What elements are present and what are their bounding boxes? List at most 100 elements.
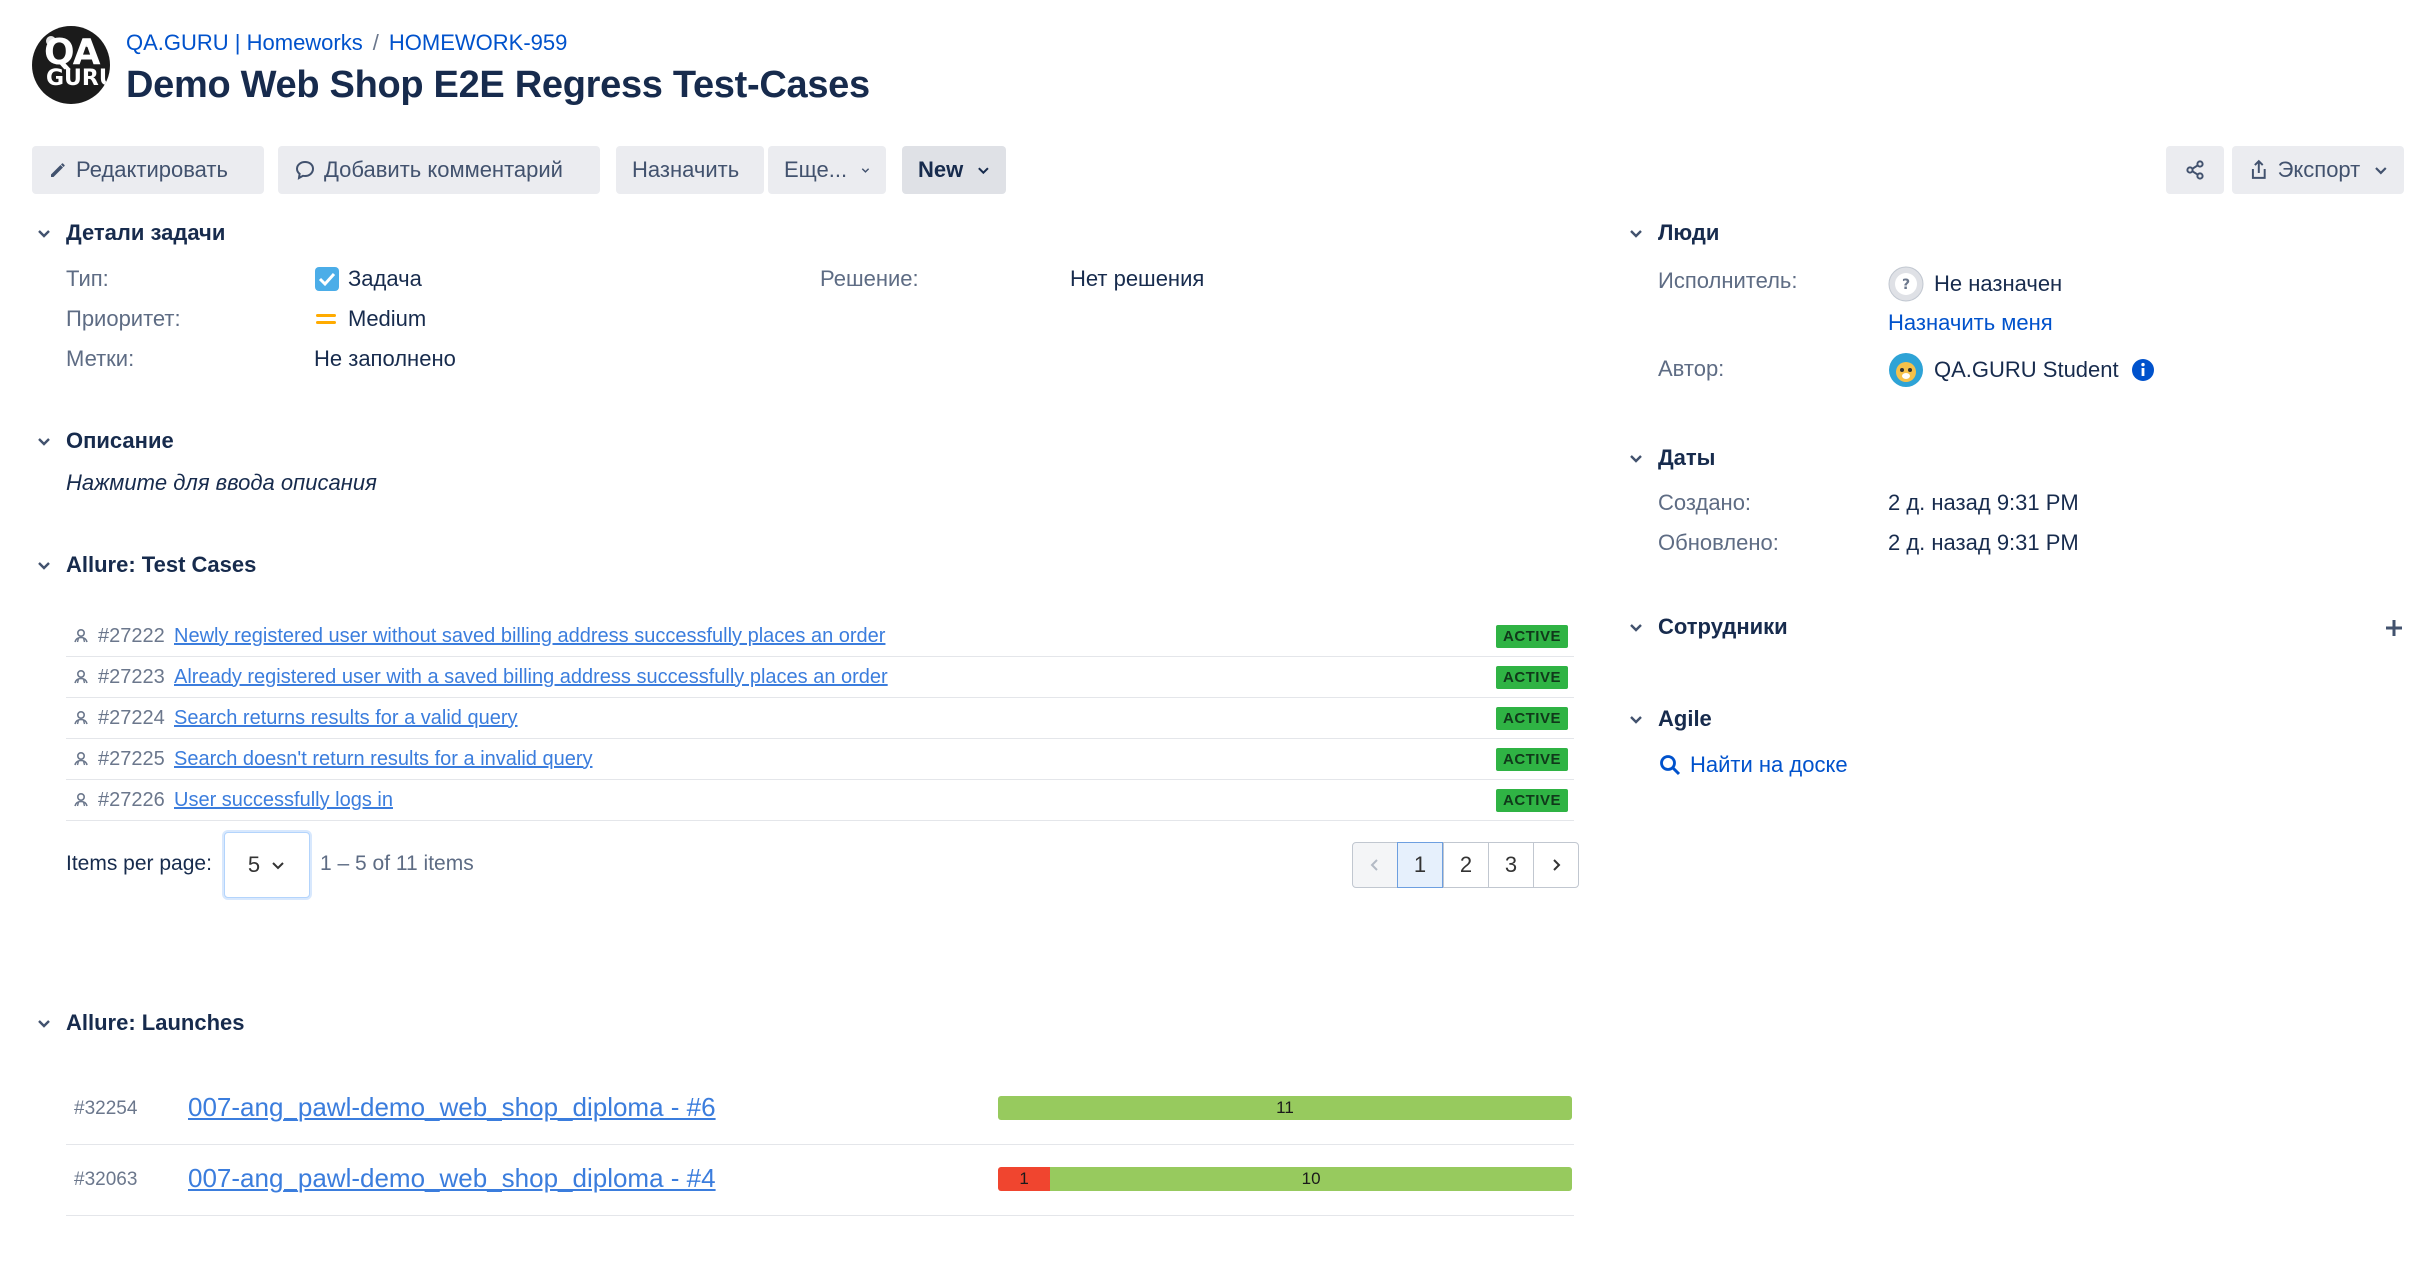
chevron-right-icon <box>1553 859 1561 871</box>
search-icon <box>1660 755 1681 776</box>
section-description-toggle[interactable]: Описание <box>34 428 174 454</box>
chevron-down-icon <box>272 862 284 870</box>
launch-link[interactable]: 007-ang_pawl-demo_web_shop_diploma - #4 <box>188 1163 716 1194</box>
labels-label: Метки: <box>66 346 135 371</box>
assignee-value: ? Не назначен <box>1888 266 2062 302</box>
description-heading: Описание <box>66 428 174 453</box>
test-case-id: #27225 <box>98 747 165 770</box>
more-button[interactable]: Еще... <box>768 146 886 194</box>
chevron-down-icon <box>861 168 870 173</box>
section-dates-toggle[interactable]: Даты <box>1626 445 1715 471</box>
labels-value[interactable]: Не заполнено <box>314 346 456 372</box>
breadcrumb-issue-link[interactable]: HOMEWORK-959 <box>389 30 567 55</box>
test-case-link[interactable]: Search returns results for a valid query <box>174 707 518 730</box>
breadcrumb-project-link[interactable]: QA.GURU | Homeworks <box>126 30 363 55</box>
priority-value: Medium <box>314 306 426 332</box>
pencil-icon <box>51 163 65 177</box>
page-title: Demo Web Shop E2E Regress Test-Cases <box>126 64 870 106</box>
share-button[interactable] <box>2166 146 2224 194</box>
test-case-link[interactable]: Search doesn't return results for a inva… <box>174 748 592 771</box>
status-badge: ACTIVE <box>1495 666 1568 689</box>
launches-heading: Allure: Launches <box>66 1010 245 1035</box>
items-range-text: 1 – 5 of 11 items <box>320 852 474 875</box>
test-cases-heading: Allure: Test Cases <box>66 552 257 577</box>
export-label: Экспорт <box>2277 157 2361 182</box>
comment-icon <box>295 160 315 180</box>
add-comment-button[interactable]: Добавить комментарий <box>278 146 600 194</box>
launch-id: #32063 <box>74 1169 138 1190</box>
project-avatar[interactable]: QA GURU <box>32 26 110 104</box>
task-checkbox-icon <box>315 267 339 291</box>
chevron-down-icon <box>38 1020 50 1028</box>
chevron-left-icon <box>1370 859 1378 871</box>
test-case-row: #27222 Newly registered user without save… <box>66 616 1574 657</box>
status-badge: ACTIVE <box>1495 625 1568 648</box>
svg-text:?: ? <box>1902 277 1910 293</box>
bar-passed-segment: 10 <box>1050 1167 1572 1191</box>
description-placeholder[interactable]: Нажмите для ввода описания <box>66 470 377 496</box>
updated-value: 2 д. назад 9:31 PM <box>1888 530 2079 555</box>
assign-me-link[interactable]: Назначить меня <box>1888 310 2053 336</box>
pager-page-1[interactable]: 1 <box>1397 842 1443 888</box>
pager-next-button[interactable] <box>1533 842 1579 888</box>
author-text: QA.GURU Student <box>1934 357 2119 382</box>
pager-page-3[interactable]: 3 <box>1488 842 1534 888</box>
assignee-label: Исполнитель: <box>1658 268 1798 293</box>
test-case-icon <box>72 709 94 727</box>
info-icon[interactable] <box>2131 358 2155 382</box>
test-case-link[interactable]: Already registered user with a saved bil… <box>174 666 888 689</box>
status-dropdown[interactable]: New <box>902 146 1006 194</box>
edit-label: Редактировать <box>76 157 228 182</box>
launch-status-bar: 1 10 <box>998 1167 1572 1191</box>
test-case-id: #27222 <box>98 624 165 647</box>
test-case-id: #27224 <box>98 706 165 729</box>
comment-label: Добавить комментарий <box>324 157 563 182</box>
chevron-down-icon <box>38 438 50 446</box>
export-button[interactable]: Экспорт <box>2232 146 2404 194</box>
section-people-toggle[interactable]: Люди <box>1626 220 1719 246</box>
chevron-down-icon <box>2375 167 2387 175</box>
find-on-board-link[interactable]: Найти на доске <box>1658 752 1848 778</box>
section-test-cases-toggle[interactable]: Allure: Test Cases <box>34 552 256 578</box>
resolution-value: Нет решения <box>1070 266 1205 291</box>
section-launches-toggle[interactable]: Allure: Launches <box>34 1010 244 1036</box>
add-icon[interactable] <box>2384 618 2404 638</box>
logo-text-bottom: GURU <box>46 66 110 91</box>
chevron-down-icon <box>1630 624 1642 632</box>
priority-text: Medium <box>348 306 427 331</box>
assignee-text: Не назначен <box>1934 271 2063 296</box>
launch-status-bar: 11 <box>998 1096 1572 1120</box>
status-badge: ACTIVE <box>1495 789 1568 812</box>
bar-failed-segment: 1 <box>998 1167 1051 1191</box>
details-heading: Детали задачи <box>66 220 226 245</box>
launch-link[interactable]: 007-ang_pawl-demo_web_shop_diploma - #6 <box>188 1092 716 1123</box>
author-value[interactable]: QA.GURU Student <box>1888 352 2155 388</box>
test-case-link[interactable]: User successfully logs in <box>174 789 393 812</box>
find-on-board-text: Найти на доске <box>1690 752 1848 777</box>
section-details-toggle[interactable]: Детали задачи <box>34 220 225 246</box>
items-per-page-value: 5 <box>247 852 261 877</box>
launch-row: #32063 007-ang_pawl-demo_web_shop_diploma… <box>66 1145 1574 1216</box>
chevron-down-icon <box>978 167 989 175</box>
passed-count: 11 <box>1276 1098 1294 1117</box>
chevron-down-icon <box>1630 716 1642 724</box>
chevron-down-icon <box>1630 455 1642 463</box>
test-case-link[interactable]: Newly registered user without saved bill… <box>174 625 885 648</box>
failed-count: 1 <box>1019 1169 1029 1188</box>
created-label: Создано: <box>1658 490 1752 515</box>
section-employees-toggle[interactable]: Сотрудники <box>1626 614 1788 640</box>
employees-heading: Сотрудники <box>1658 614 1788 639</box>
assign-button[interactable]: Назначить <box>616 146 764 194</box>
launch-row: #32254 007-ang_pawl-demo_web_shop_diploma… <box>66 1074 1574 1145</box>
test-case-icon <box>72 627 94 645</box>
type-value: Задача <box>314 266 422 292</box>
test-case-id: #27226 <box>98 788 165 811</box>
test-case-icon <box>72 791 94 809</box>
pager-prev-button[interactable] <box>1352 842 1398 888</box>
test-case-row: #27223 Already registered user with a sav… <box>66 657 1574 698</box>
section-agile-toggle[interactable]: Agile <box>1626 706 1712 732</box>
items-per-page-select[interactable]: 5 <box>224 832 310 898</box>
edit-button[interactable]: Редактировать <box>32 146 264 194</box>
pager-page-2[interactable]: 2 <box>1443 842 1489 888</box>
bar-passed-segment: 11 <box>998 1096 1572 1120</box>
